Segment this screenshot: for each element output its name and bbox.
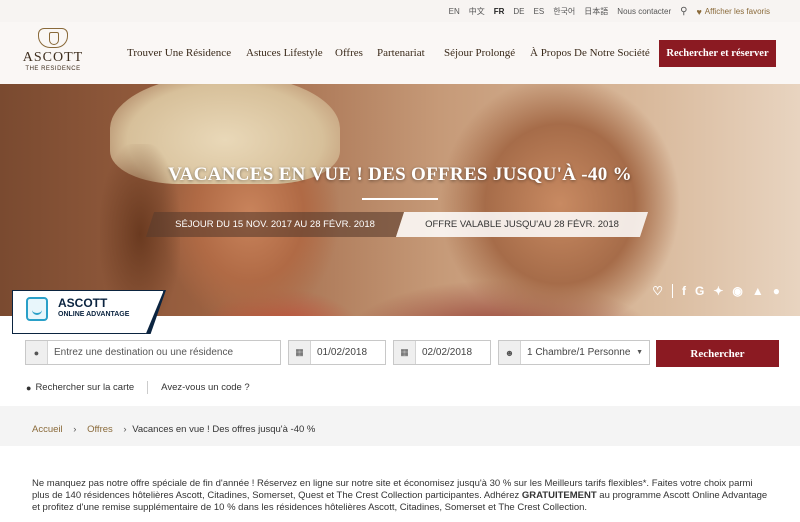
heart-icon[interactable]: ♡ <box>652 284 663 298</box>
facebook-icon[interactable]: f <box>682 284 686 298</box>
destination-input[interactable] <box>48 347 268 358</box>
heart-icon: ♥ <box>696 6 702 17</box>
share-icon[interactable]: ▲ <box>752 284 764 298</box>
offer-valid-date: OFFRE VALABLE JUSQU'AU 28 FÉVR. 2018 <box>425 219 619 230</box>
contact-link[interactable]: Nous contacter <box>617 7 671 16</box>
stay-dates: SÉJOUR DU 15 NOV. 2017 AU 28 FÉVR. 2018 <box>175 219 375 230</box>
lang-fr[interactable]: FR <box>494 7 505 16</box>
offer-text-bold: GRATUITEMENT <box>521 490 597 501</box>
map-pin-icon: ● <box>26 382 32 393</box>
logo-name: ASCOTT <box>22 50 84 65</box>
google-icon[interactable]: G <box>695 284 704 298</box>
breadcrumb: Accueil › Offres › Vacances en vue ! Des… <box>32 424 315 435</box>
chevron-down-icon: ▼ <box>636 349 643 356</box>
rooms-guests-value: 1 Chambre/1 Personne <box>527 347 631 358</box>
hero-banner: VACANCES EN VUE ! DES OFFRES JUSQU'À -40… <box>0 84 800 316</box>
offer-description: Ne manquez pas notre offre spéciale de f… <box>0 446 800 522</box>
destination-field[interactable]: ● <box>25 340 281 365</box>
weibo-icon[interactable]: ◉ <box>732 284 742 298</box>
utility-bar: EN 中文 FR DE ES 한국어 日本語 Nous contacter ⚲ … <box>0 0 800 22</box>
crest-icon <box>38 28 68 48</box>
social-divider <box>671 284 673 298</box>
language-selector: EN 中文 FR DE ES 한국어 日本語 Nous contacter ⚲ … <box>449 6 770 17</box>
calendar-icon: ▦ <box>289 341 311 364</box>
nav-partnership[interactable]: Partenariat <box>377 47 444 59</box>
lang-ko[interactable]: 한국어 <box>553 6 575 17</box>
hero-title: VACANCES EN VUE ! DES OFFRES JUSQU'À -40… <box>168 164 632 185</box>
lang-ja[interactable]: 日本語 <box>584 6 608 17</box>
lang-de[interactable]: DE <box>513 7 524 16</box>
main-nav: Trouver Une Résidence Astuces Lifestyle … <box>127 47 650 59</box>
hero-divider <box>362 198 438 200</box>
search-icon[interactable]: ⚲ <box>680 6 687 17</box>
offer-paragraph: Ne manquez pas notre offre spéciale de f… <box>32 478 772 514</box>
rooms-guests-select[interactable]: ☻ 1 Chambre/1 Personne ▼ <box>498 340 650 365</box>
favorites-link[interactable]: ♥ Afficher les favoris <box>696 7 770 17</box>
breadcrumb-offers[interactable]: Offres <box>87 424 113 435</box>
twitter-icon[interactable]: ✦ <box>713 284 723 298</box>
badge-title: ASCOTT <box>58 296 108 310</box>
calendar-icon: ▦ <box>394 341 416 364</box>
breadcrumb-separator-icon: › <box>123 424 127 435</box>
promo-code-link[interactable]: Avez-vous un code ? <box>161 382 250 393</box>
booking-links: ● Rechercher sur la carte Avez-vous un c… <box>26 381 250 394</box>
online-advantage-icon <box>26 297 48 321</box>
lang-es[interactable]: ES <box>534 7 545 16</box>
lang-en[interactable]: EN <box>449 7 460 16</box>
site-header: ASCOTT THE RESIDENCE Trouver Une Résiden… <box>0 22 800 84</box>
checkout-field[interactable]: ▦ 02/02/2018 <box>393 340 491 365</box>
favorites-label: Afficher les favoris <box>704 7 770 16</box>
checkin-date: 01/02/2018 <box>317 347 368 358</box>
checkin-field[interactable]: ▦ 01/02/2018 <box>288 340 386 365</box>
ascott-logo[interactable]: ASCOTT THE RESIDENCE <box>22 28 84 72</box>
checkout-date: 02/02/2018 <box>422 347 473 358</box>
lang-zh[interactable]: 中文 <box>469 6 485 17</box>
nav-long-stay[interactable]: Séjour Prolongé <box>444 47 530 59</box>
logo-subtitle: THE RESIDENCE <box>25 66 81 72</box>
social-share-bar: ♡ f G ✦ ◉ ▲ ● <box>652 284 780 298</box>
location-pin-icon: ● <box>26 341 48 364</box>
wechat-icon[interactable]: ● <box>773 284 780 298</box>
search-on-map-link[interactable]: Rechercher sur la carte <box>35 382 134 393</box>
breadcrumb-current: Vacances en vue ! Des offres jusqu'à -40… <box>132 424 316 435</box>
nav-lifestyle[interactable]: Astuces Lifestyle <box>246 47 335 59</box>
link-divider <box>147 381 149 394</box>
nav-about[interactable]: À Propos De Notre Société <box>530 47 650 59</box>
guests-icon: ☻ <box>499 341 521 364</box>
breadcrumb-separator-icon: › <box>73 424 77 435</box>
nav-offers[interactable]: Offres <box>335 47 377 59</box>
nav-find-residence[interactable]: Trouver Une Résidence <box>127 47 246 59</box>
search-and-book-button[interactable]: Rechercher et réserver <box>659 40 776 67</box>
breadcrumb-home[interactable]: Accueil <box>32 424 63 435</box>
badge-subtitle: ONLINE ADVANTAGE <box>58 311 130 318</box>
search-button[interactable]: Rechercher <box>656 340 779 367</box>
